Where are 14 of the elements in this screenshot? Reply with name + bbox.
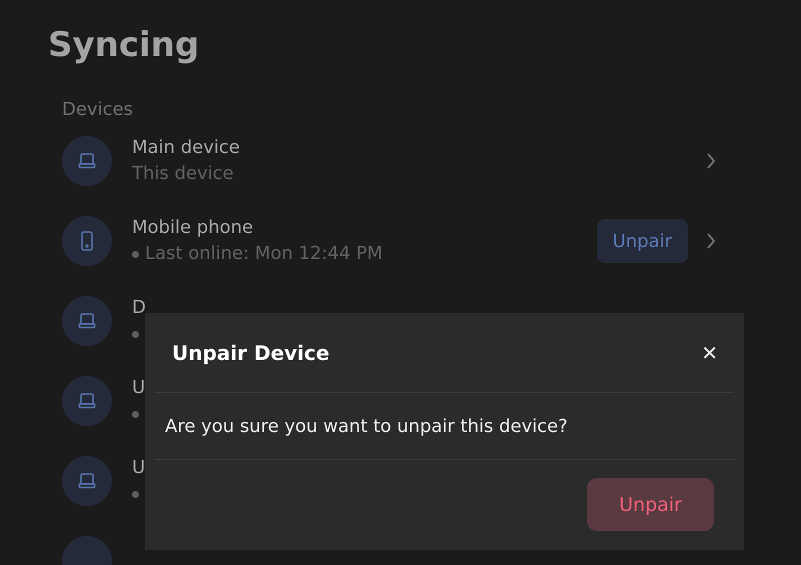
page-title: Syncing [48, 24, 200, 66]
device-name: U [132, 456, 146, 480]
device-name: D [132, 296, 147, 320]
close-button[interactable]: ✕ [701, 340, 718, 364]
section-heading: Devices [62, 98, 134, 122]
device-name: Main device [132, 136, 241, 160]
dialog-message: Are you sure you want to unpair this device? [165, 416, 568, 436]
device-status: This device [132, 162, 234, 186]
device-status: Last online: Mon 12:44 PM [145, 242, 383, 266]
device-name: Mobile phone [132, 216, 254, 240]
device-name: U [132, 376, 146, 400]
unpair-button[interactable]: Unpair [596, 219, 688, 263]
unpair-confirm-button[interactable]: Unpair [587, 478, 714, 531]
dialog-title: Unpair Device [172, 340, 330, 364]
